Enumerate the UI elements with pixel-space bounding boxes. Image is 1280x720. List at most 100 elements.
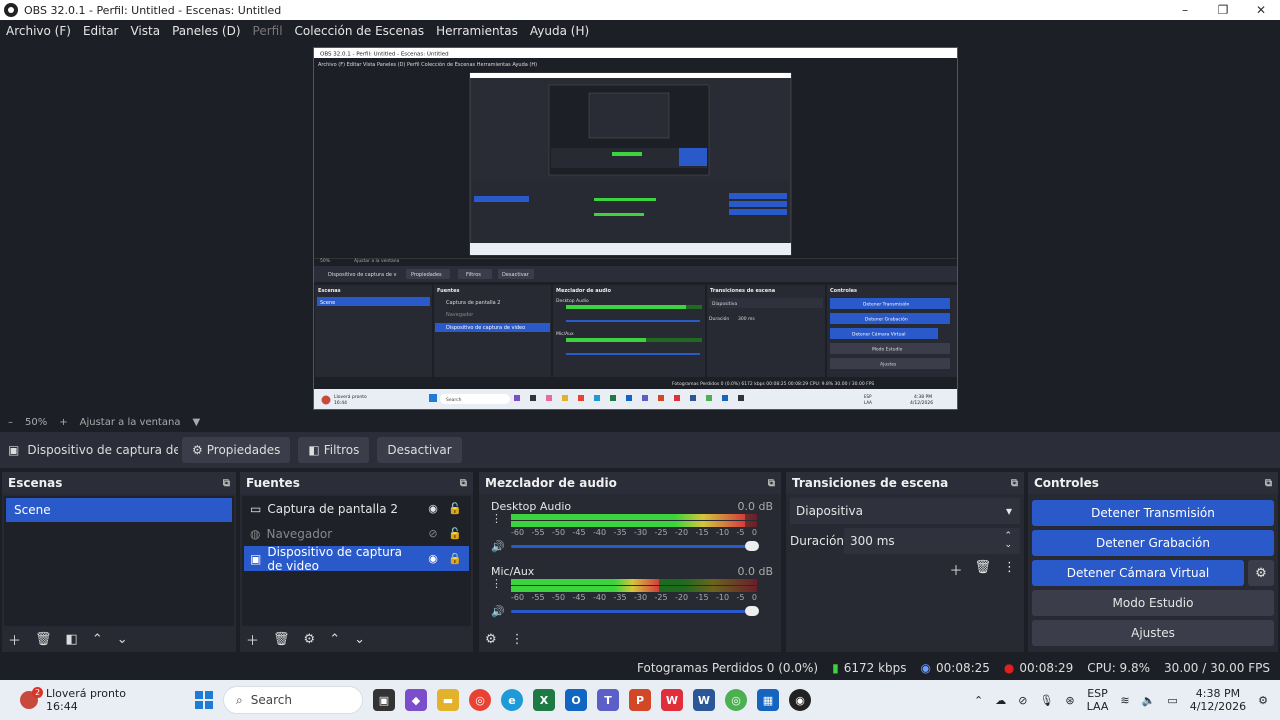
onedrive-icon[interactable]: ☁ bbox=[995, 694, 1006, 707]
more-icon[interactable]: ⋮ bbox=[491, 512, 502, 525]
language-indicator[interactable]: ESP LAA bbox=[1087, 687, 1109, 713]
tick-label: -30 bbox=[634, 593, 648, 602]
menu-coleccion-escenas[interactable]: Colección de Escenas bbox=[295, 24, 425, 38]
undock-icon[interactable]: ⧉ bbox=[460, 478, 467, 489]
spin-arrows-icon[interactable]: ⌃ ⌄ bbox=[1004, 532, 1012, 550]
obs-icon[interactable]: ◉ bbox=[789, 689, 811, 711]
menu-archivo[interactable]: Archivo (F) bbox=[6, 24, 71, 38]
unlock-icon[interactable]: 🔓 bbox=[447, 502, 463, 515]
chrome-profile-icon[interactable]: ◎ bbox=[725, 689, 747, 711]
powerpoint-icon[interactable]: P bbox=[629, 689, 651, 711]
notifications-icon[interactable]: ⚙ bbox=[1258, 694, 1268, 707]
add-icon[interactable]: ＋ bbox=[949, 560, 962, 579]
trash-icon[interactable]: 🗑 bbox=[974, 560, 991, 579]
outlook-icon[interactable]: O bbox=[565, 689, 587, 711]
maximize-button[interactable]: ❐ bbox=[1204, 0, 1242, 20]
menu-herramientas[interactable]: Herramientas bbox=[436, 24, 518, 38]
zoom-out-button[interactable]: – bbox=[8, 417, 13, 428]
transition-select[interactable]: Diapositiva ▾ bbox=[790, 498, 1020, 524]
menu-editar[interactable]: Editar bbox=[83, 24, 119, 38]
word-icon[interactable]: W bbox=[693, 689, 715, 711]
minimize-button[interactable]: – bbox=[1166, 0, 1204, 20]
menu-ayuda[interactable]: Ayuda (H) bbox=[530, 24, 589, 38]
vpn-icon[interactable]: ⊛ bbox=[1065, 694, 1074, 707]
volume-slider-handle[interactable] bbox=[745, 606, 759, 616]
properties-button[interactable]: ⚙ Propiedades bbox=[182, 437, 291, 463]
volume-slider-handle[interactable] bbox=[745, 541, 759, 551]
stop-recording-button[interactable]: Detener Grabación bbox=[1032, 530, 1274, 556]
gear-icon[interactable]: ⚙ bbox=[304, 632, 316, 647]
chevron-down-icon[interactable]: ⌄ bbox=[117, 632, 128, 647]
scene-item[interactable]: Scene bbox=[6, 498, 232, 522]
excel-icon[interactable]: X bbox=[533, 689, 555, 711]
more-icon[interactable]: ⋮ bbox=[1003, 560, 1016, 579]
stop-stream-button[interactable]: Detener Transmisión bbox=[1032, 500, 1274, 526]
nested-controls-title: Controles bbox=[830, 288, 857, 294]
wps-icon[interactable]: W bbox=[661, 689, 683, 711]
eye-icon[interactable]: ◉ bbox=[425, 552, 441, 565]
menu-paneles[interactable]: Paneles (D) bbox=[172, 24, 240, 38]
add-icon[interactable]: ＋ bbox=[246, 630, 259, 649]
eye-hidden-icon[interactable]: ⊘ bbox=[425, 527, 441, 540]
source-row[interactable]: ◍ Navegador ⊘ 🔓 bbox=[244, 521, 469, 546]
program-preview[interactable]: OBS 32.0.1 - Perfil: Untitled - Escenas:… bbox=[313, 47, 958, 410]
security-icon[interactable]: ⊘ bbox=[1018, 694, 1027, 707]
wifi-icon[interactable]: ≋ bbox=[1120, 694, 1129, 707]
close-button[interactable]: ✕ bbox=[1242, 0, 1280, 20]
more-icon[interactable]: ⋮ bbox=[511, 632, 524, 647]
undock-icon[interactable]: ⧉ bbox=[1011, 478, 1018, 489]
chevron-up-icon[interactable]: ⌃ bbox=[329, 632, 340, 647]
studio-mode-button[interactable]: Modo Estudio bbox=[1032, 590, 1274, 616]
mixer-body: Desktop Audio 0.0 dB ⋮ -60 -55 -50 -45 -40 -3… bbox=[481, 496, 779, 626]
speaker-icon[interactable]: 🔊 bbox=[491, 605, 505, 618]
duration-spinbox[interactable]: 300 ms ⌃ ⌄ bbox=[844, 528, 1020, 554]
gear-icon[interactable]: ⚙ bbox=[485, 632, 497, 647]
add-icon[interactable]: ＋ bbox=[8, 630, 21, 649]
chevron-up-icon[interactable]: ⌃ bbox=[92, 632, 103, 647]
chevron-up-icon[interactable]: ⌃ bbox=[974, 694, 983, 707]
volume-icon[interactable]: 🔈 bbox=[1142, 694, 1156, 707]
file-explorer-icon[interactable]: ▬ bbox=[437, 689, 459, 711]
battery-icon[interactable]: ▭ bbox=[1167, 694, 1177, 707]
task-view-icon[interactable]: ▣ bbox=[373, 689, 395, 711]
selected-source: ▣ Dispositivo de captura de v bbox=[8, 443, 178, 457]
undock-icon[interactable]: ⧉ bbox=[223, 478, 230, 489]
edge-icon[interactable]: e bbox=[501, 689, 523, 711]
globe-icon: ◍ bbox=[250, 526, 261, 541]
speaker-icon[interactable]: 🔊 bbox=[491, 540, 505, 553]
more-icon[interactable]: ⋮ bbox=[491, 577, 502, 590]
filters-button[interactable]: ◧ Filtros bbox=[298, 437, 370, 463]
undock-icon[interactable]: ⧉ bbox=[1265, 478, 1272, 489]
chevron-down-icon[interactable]: ⌄ bbox=[354, 632, 365, 647]
teams-icon[interactable]: T bbox=[597, 689, 619, 711]
settings-button[interactable]: Ajustes bbox=[1032, 620, 1274, 646]
nested-stop-vcam: Detener Cámara Virtual bbox=[852, 331, 905, 338]
clock[interactable]: 4:38 PM 4/12/2026 bbox=[1190, 687, 1246, 713]
bitrate-value: 6172 kbps bbox=[843, 661, 907, 675]
unlock-icon[interactable]: 🔓 bbox=[447, 527, 463, 540]
chevron-down-icon[interactable]: ▼ bbox=[192, 417, 200, 428]
volume-slider[interactable] bbox=[511, 541, 759, 551]
lock-icon[interactable]: 🔒 bbox=[447, 552, 463, 565]
undock-icon[interactable]: ⧉ bbox=[768, 478, 775, 489]
taskbar-search[interactable]: ⌕ Search bbox=[223, 686, 363, 714]
stop-virtual-camera-button[interactable]: Detener Cámara Virtual bbox=[1032, 560, 1244, 586]
menu-vista[interactable]: Vista bbox=[130, 24, 160, 38]
copilot-icon[interactable]: ◆ bbox=[405, 689, 427, 711]
microphone-icon[interactable]: 🎙 bbox=[1039, 694, 1053, 707]
fit-window-select[interactable]: Ajustar a la ventana bbox=[80, 417, 181, 428]
filter-icon[interactable]: ◧ bbox=[66, 632, 78, 647]
zoom-in-button[interactable]: + bbox=[59, 417, 67, 428]
store-icon[interactable]: ▦ bbox=[757, 689, 779, 711]
weather-widget[interactable]: 2 Lloverá pronto 16:44 bbox=[0, 687, 195, 713]
chrome-icon[interactable]: ◎ bbox=[469, 689, 491, 711]
trash-icon[interactable]: 🗑 bbox=[273, 632, 290, 647]
eye-icon[interactable]: ◉ bbox=[425, 502, 441, 515]
volume-slider[interactable] bbox=[511, 606, 759, 616]
virtual-camera-settings-button[interactable]: ⚙ bbox=[1248, 560, 1274, 586]
deactivate-button[interactable]: Desactivar bbox=[377, 437, 462, 463]
source-row[interactable]: ▣ Dispositivo de captura de video ◉ 🔒 bbox=[244, 545, 469, 573]
windows-start-icon[interactable] bbox=[195, 691, 213, 709]
trash-icon[interactable]: 🗑 bbox=[35, 632, 52, 647]
source-row[interactable]: ▭ Captura de pantalla 2 ◉ 🔓 bbox=[244, 496, 469, 521]
